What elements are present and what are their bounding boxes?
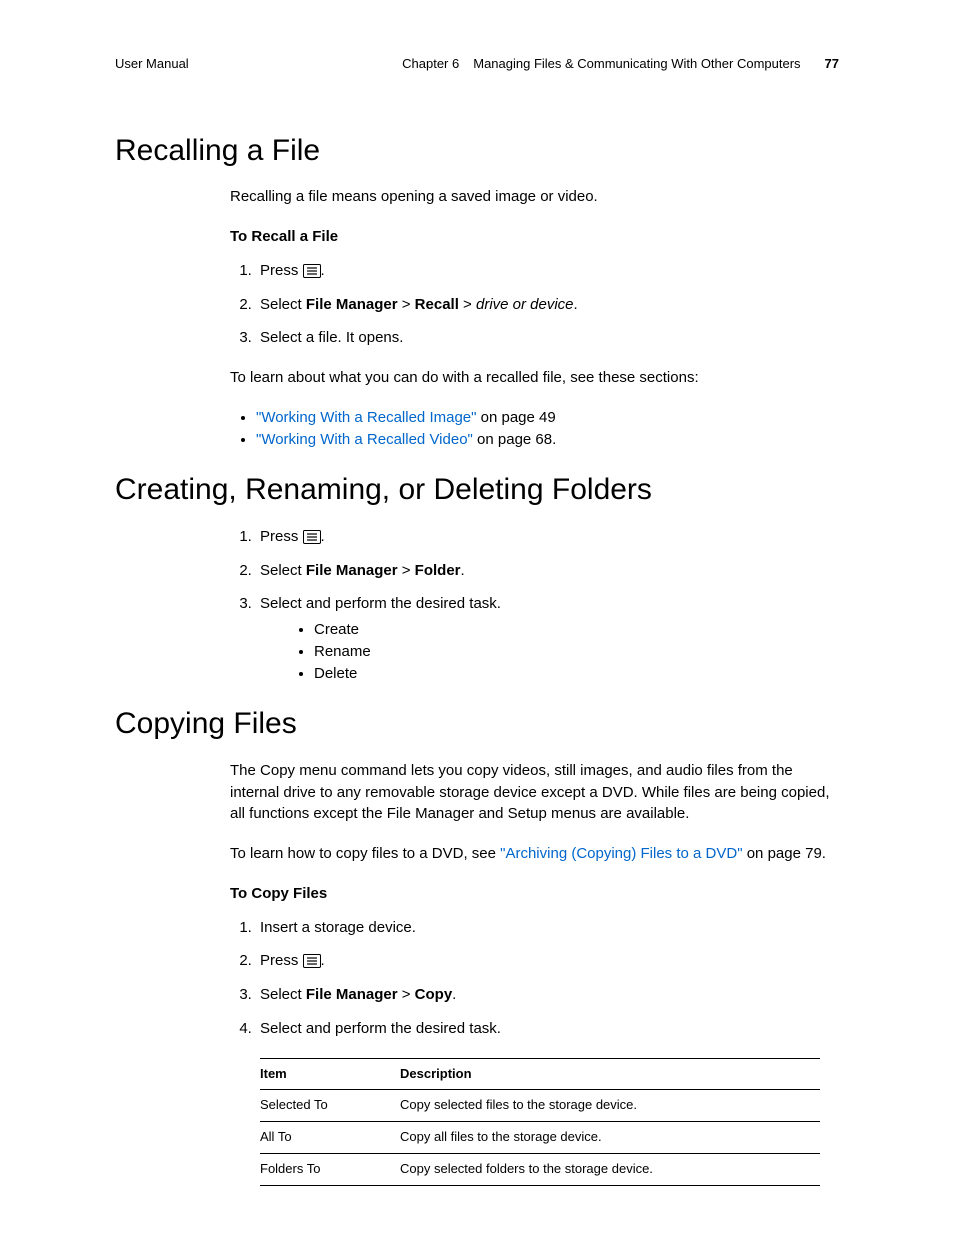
table-row: Selected To Copy selected files to the s… <box>260 1090 820 1122</box>
step-text: > <box>398 562 415 579</box>
link-suffix: on page 68. <box>473 431 556 448</box>
list-item: Select File Manager > Copy. <box>256 984 839 1006</box>
table-row: All To Copy all files to the storage dev… <box>260 1122 820 1154</box>
step-text: . <box>321 262 325 279</box>
step-text: . <box>461 562 465 579</box>
table-cell-item: Selected To <box>260 1090 400 1122</box>
recall-steps: Press . Select File Manager > Recall > d… <box>230 260 839 349</box>
header-chapter: Chapter 6 <box>402 55 459 74</box>
list-item: Insert a storage device. <box>256 917 839 939</box>
menu-path-item: File Manager <box>306 986 398 1003</box>
folders-steps: Press . Select File Manager > Folder. Se… <box>230 526 839 685</box>
step-text: . <box>321 528 325 545</box>
list-item: Select a file. It opens. <box>256 327 839 349</box>
menu-path-item: drive or device <box>476 296 574 313</box>
step-text: . <box>574 296 578 313</box>
list-item: Press . <box>256 260 839 282</box>
recall-subhead: To Recall a File <box>230 226 839 248</box>
list-item: Select and perform the desired task. <box>256 1018 839 1040</box>
menu-icon <box>303 954 321 968</box>
table-cell-desc: Copy selected files to the storage devic… <box>400 1090 820 1122</box>
list-item: Select File Manager > Recall > drive or … <box>256 294 839 316</box>
menu-icon <box>303 264 321 278</box>
list-item: Select and perform the desired task. Cre… <box>256 593 839 684</box>
list-item: Create <box>314 619 839 641</box>
link-recalled-image[interactable]: "Working With a Recalled Image" <box>256 409 476 426</box>
table-cell-desc: Copy selected folders to the storage dev… <box>400 1154 820 1186</box>
link-recalled-video[interactable]: "Working With a Recalled Video" <box>256 431 473 448</box>
recall-learn: To learn about what you can do with a re… <box>230 367 839 389</box>
folder-tasks: Create Rename Delete <box>260 619 839 684</box>
copy-steps: Insert a storage device. Press . Select … <box>230 917 839 1040</box>
step-text: Select and perform the desired task. <box>260 595 501 612</box>
menu-path-item: Copy <box>415 986 453 1003</box>
step-text: Press <box>260 528 303 545</box>
header-left: User Manual <box>115 55 189 74</box>
step-text: Select <box>260 986 306 1003</box>
step-text: . <box>321 952 325 969</box>
list-item: Press . <box>256 526 839 548</box>
copy-table: Item Description Selected To Copy select… <box>260 1058 820 1186</box>
step-text: > <box>398 296 415 313</box>
list-item: Rename <box>314 641 839 663</box>
header-page-number: 77 <box>825 55 839 74</box>
recall-intro: Recalling a file means opening a saved i… <box>230 186 839 208</box>
copy-learn-post: on page 79. <box>743 845 826 862</box>
step-text: . <box>452 986 456 1003</box>
copy-subhead: To Copy Files <box>230 883 839 905</box>
list-item: Delete <box>314 663 839 685</box>
table-cell-item: All To <box>260 1122 400 1154</box>
step-text: > <box>459 296 476 313</box>
menu-path-item: File Manager <box>306 562 398 579</box>
table-header-description: Description <box>400 1058 820 1090</box>
table-cell-desc: Copy all files to the storage device. <box>400 1122 820 1154</box>
menu-icon <box>303 530 321 544</box>
copy-intro: The Copy menu command lets you copy vide… <box>230 760 839 825</box>
step-text: > <box>398 986 415 1003</box>
header-right: Chapter 6 Managing Files & Communicating… <box>402 55 839 74</box>
table-row: Folders To Copy selected folders to the … <box>260 1154 820 1186</box>
copy-learn: To learn how to copy files to a DVD, see… <box>230 843 839 865</box>
menu-path-item: Folder <box>415 562 461 579</box>
link-suffix: on page 49 <box>476 409 555 426</box>
table-cell-item: Folders To <box>260 1154 400 1186</box>
page: User Manual Chapter 6 Managing Files & C… <box>0 0 954 1246</box>
menu-path-item: File Manager <box>306 296 398 313</box>
step-text: Select <box>260 296 306 313</box>
table-header-item: Item <box>260 1058 400 1090</box>
step-text: Select <box>260 562 306 579</box>
heading-recalling-a-file: Recalling a File <box>115 129 839 173</box>
list-item: "Working With a Recalled Image" on page … <box>256 407 839 429</box>
list-item: Press . <box>256 950 839 972</box>
heading-copying-files: Copying Files <box>115 702 839 746</box>
running-header: User Manual Chapter 6 Managing Files & C… <box>115 55 839 74</box>
table-header-row: Item Description <box>260 1058 820 1090</box>
recall-links: "Working With a Recalled Image" on page … <box>230 407 839 451</box>
heading-folders: Creating, Renaming, or Deleting Folders <box>115 468 839 512</box>
menu-path-item: Recall <box>415 296 459 313</box>
copy-learn-pre: To learn how to copy files to a DVD, see <box>230 845 500 862</box>
list-item: Select File Manager > Folder. <box>256 560 839 582</box>
step-text: Press <box>260 952 303 969</box>
list-item: "Working With a Recalled Video" on page … <box>256 429 839 451</box>
header-title: Managing Files & Communicating With Othe… <box>473 55 800 74</box>
link-archiving-dvd[interactable]: "Archiving (Copying) Files to a DVD" <box>500 845 742 862</box>
step-text: Press <box>260 262 303 279</box>
